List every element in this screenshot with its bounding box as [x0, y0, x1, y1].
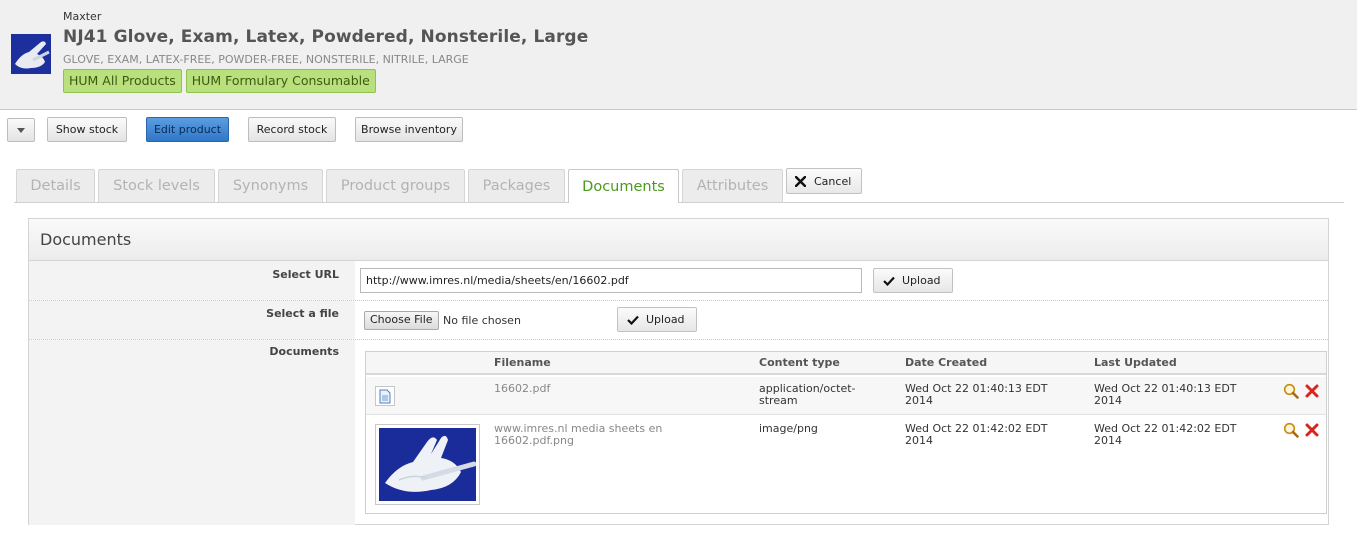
image-thumbnail[interactable] — [375, 424, 480, 505]
view-icon[interactable] — [1283, 383, 1299, 399]
record-stock-button[interactable]: Record stock — [248, 117, 336, 142]
select-url-label: Select URL — [272, 268, 339, 281]
tab-attributes[interactable]: Attributes — [682, 169, 783, 202]
choose-file-button[interactable]: Choose File — [364, 311, 439, 330]
show-stock-button[interactable]: Show stock — [47, 117, 127, 142]
document-icon[interactable] — [375, 386, 395, 406]
header-content-type[interactable]: Content type — [759, 356, 840, 369]
checkmark-icon — [883, 276, 895, 286]
content-type-cell: application/octet- stream — [759, 382, 856, 407]
tab-stock-levels[interactable]: Stock levels — [98, 169, 215, 202]
tag-hum-all-products[interactable]: HUM All Products — [63, 69, 182, 93]
upload-url-button[interactable]: Upload — [873, 268, 953, 293]
date-created-cell: Wed Oct 22 01:40:13 EDT 2014 — [905, 382, 1048, 407]
tab-product-groups[interactable]: Product groups — [326, 169, 465, 202]
upload-file-label: Upload — [646, 313, 685, 326]
table-row: www.imres.nl media sheets en 16602.pdf.p… — [366, 416, 1326, 513]
browse-inventory-button[interactable]: Browse inventory — [355, 117, 463, 142]
select-file-label: Select a file — [266, 307, 339, 320]
documents-panel: Documents Select URL Upload Select a fil… — [28, 218, 1329, 525]
header-last-updated[interactable]: Last Updated — [1094, 356, 1177, 369]
product-header: Maxter NJ41 Glove, Exam, Latex, Powdered… — [0, 0, 1357, 110]
upload-url-label: Upload — [902, 274, 941, 287]
panel-title: Documents — [29, 219, 1328, 261]
filename-cell[interactable]: www.imres.nl media sheets en 16602.pdf.p… — [494, 423, 662, 447]
actions-dropdown-button[interactable] — [7, 118, 35, 142]
tag-hum-formulary-consumable[interactable]: HUM Formulary Consumable — [185, 69, 376, 93]
product-title: NJ41 Glove, Exam, Latex, Powdered, Nonst… — [63, 27, 589, 47]
cancel-label: Cancel — [814, 174, 852, 188]
no-file-text: No file chosen — [443, 314, 521, 327]
last-updated-cell: Wed Oct 22 01:40:13 EDT 2014 — [1094, 382, 1237, 407]
date-created-cell: Wed Oct 22 01:42:02 EDT 2014 — [905, 422, 1048, 447]
checkmark-icon — [627, 315, 639, 325]
delete-icon[interactable] — [1304, 383, 1320, 399]
content-type-cell: image/png — [759, 422, 818, 435]
close-icon — [795, 175, 806, 187]
filename-cell[interactable]: 16602.pdf — [494, 383, 550, 395]
product-subtitle: GLOVE, EXAM, LATEX-FREE, POWDER-FREE, NO… — [63, 53, 469, 66]
header-filename[interactable]: Filename — [494, 356, 551, 369]
tab-synonyms[interactable]: Synonyms — [218, 169, 323, 202]
documents-label: Documents — [269, 345, 339, 358]
upload-file-button[interactable]: Upload — [617, 307, 697, 332]
tab-documents[interactable]: Documents — [568, 169, 679, 203]
vendor-name: Maxter — [63, 10, 102, 23]
url-input[interactable] — [360, 268, 862, 293]
edit-product-button[interactable]: Edit product — [146, 117, 229, 142]
product-tags: HUM All Products HUM Formulary Consumabl… — [63, 69, 376, 93]
view-icon[interactable] — [1283, 422, 1299, 438]
header-date-created[interactable]: Date Created — [905, 356, 987, 369]
delete-icon[interactable] — [1304, 422, 1320, 438]
table-row: 16602.pdf application/octet- stream Wed … — [366, 377, 1326, 415]
cancel-button[interactable]: Cancel — [786, 168, 862, 194]
chevron-down-icon — [17, 127, 25, 133]
table-header: Filename Content type Date Created Last … — [366, 352, 1326, 375]
tab-packages[interactable]: Packages — [468, 169, 565, 202]
last-updated-cell: Wed Oct 22 01:42:02 EDT 2014 — [1094, 422, 1237, 447]
tabs-divider — [14, 202, 1344, 203]
documents-table: Filename Content type Date Created Last … — [365, 351, 1327, 514]
product-thumbnail — [11, 34, 51, 74]
tab-details[interactable]: Details — [16, 169, 95, 202]
